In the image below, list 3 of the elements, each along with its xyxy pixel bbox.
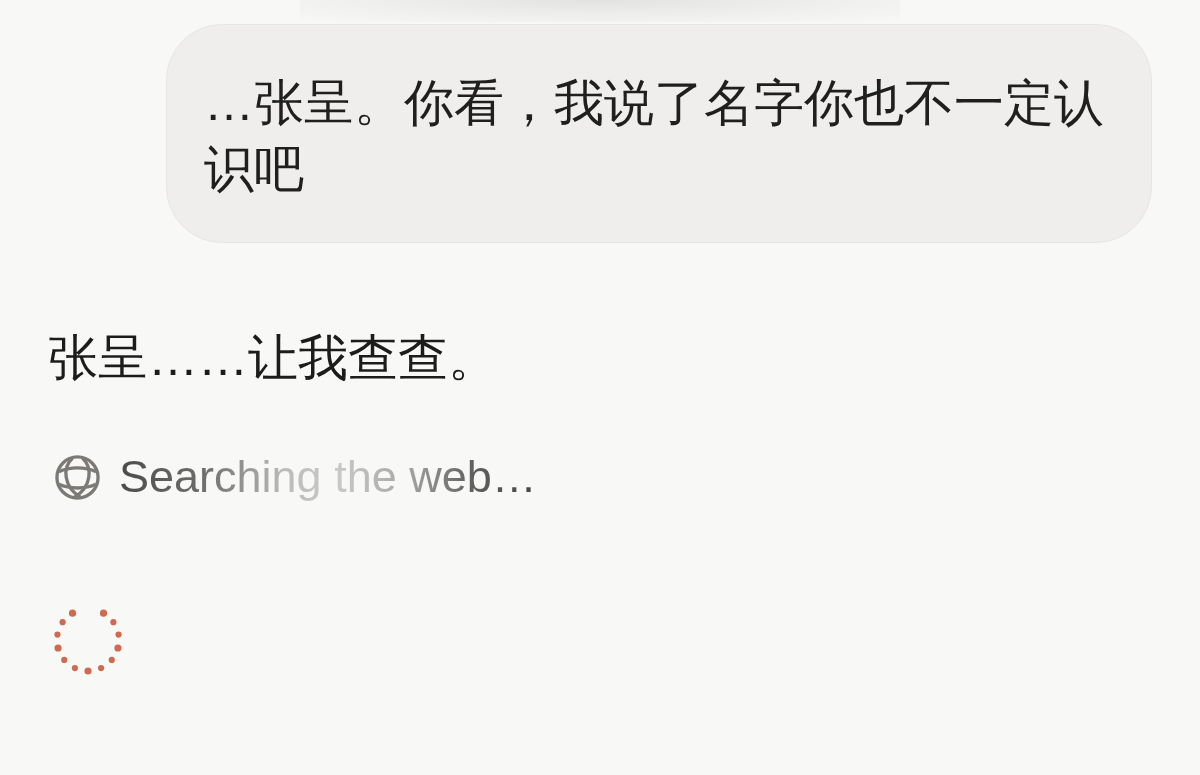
globe-icon xyxy=(54,453,101,501)
assistant-message: 张呈……让我查查。 xyxy=(48,329,498,388)
user-message-bubble: …张呈。你看，我说了名字你也不一定认识吧 xyxy=(166,24,1152,243)
